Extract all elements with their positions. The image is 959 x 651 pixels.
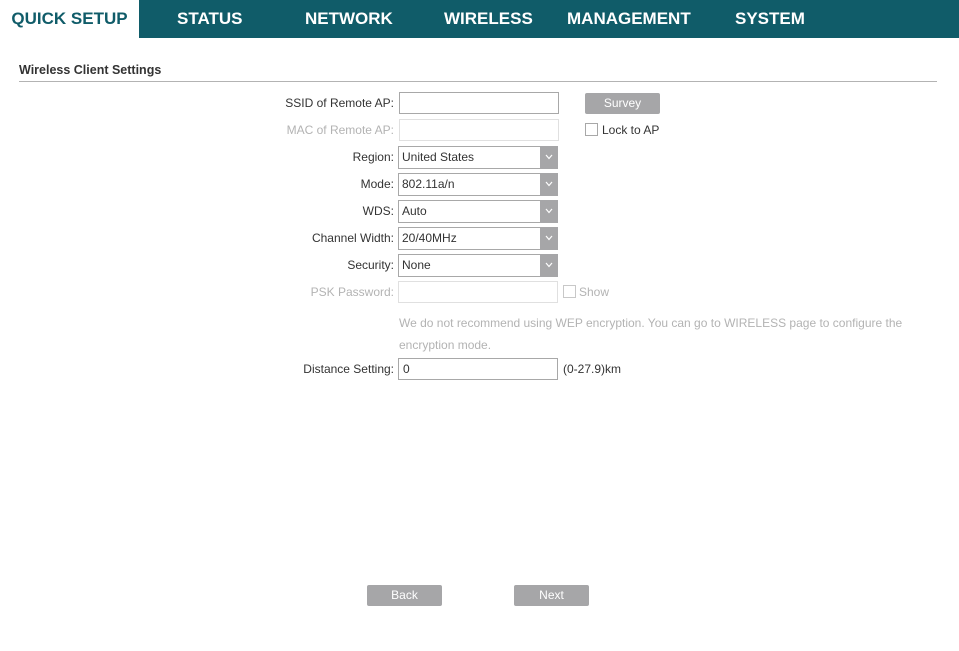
psk-password-input[interactable]: [398, 281, 558, 303]
psk-password-label: PSK Password:: [194, 285, 394, 299]
security-label: Security:: [194, 258, 394, 272]
mode-value: 802.11a/n: [402, 174, 455, 195]
wds-label: WDS:: [194, 204, 394, 218]
mac-label: MAC of Remote AP:: [194, 123, 394, 137]
distance-unit: (0-27.9)km: [563, 362, 621, 376]
channel-width-select[interactable]: 20/40MHz: [398, 227, 558, 250]
security-value: None: [402, 255, 431, 276]
tab-management[interactable]: MANAGEMENT: [567, 0, 691, 38]
show-password-checkbox[interactable]: [563, 285, 576, 298]
chevron-down-icon: [540, 254, 558, 277]
region-select[interactable]: United States: [398, 146, 558, 169]
mac-input[interactable]: [399, 119, 559, 141]
mode-select[interactable]: 802.11a/n: [398, 173, 558, 196]
tab-wireless[interactable]: WIRELESS: [444, 0, 533, 38]
show-password-label: Show: [579, 285, 609, 299]
top-navigation: QUICK SETUP STATUS NETWORK WIRELESS MANA…: [0, 0, 959, 38]
wds-select[interactable]: Auto: [398, 200, 558, 223]
chevron-down-icon: [540, 227, 558, 250]
region-label: Region:: [194, 150, 394, 164]
section-title: Wireless Client Settings: [19, 63, 161, 77]
tab-network[interactable]: NETWORK: [305, 0, 393, 38]
mode-label: Mode:: [194, 177, 394, 191]
channel-width-value: 20/40MHz: [402, 228, 457, 249]
channel-width-label: Channel Width:: [194, 231, 394, 245]
tab-status[interactable]: STATUS: [177, 0, 242, 38]
security-select[interactable]: None: [398, 254, 558, 277]
lock-to-ap-label: Lock to AP: [602, 123, 659, 137]
section-divider: [19, 81, 937, 82]
ssid-label: SSID of Remote AP:: [194, 96, 394, 110]
back-button[interactable]: Back: [367, 585, 442, 606]
wds-value: Auto: [402, 201, 427, 222]
distance-input[interactable]: [398, 358, 558, 380]
chevron-down-icon: [540, 200, 558, 223]
tab-quick-setup[interactable]: QUICK SETUP: [0, 0, 139, 38]
tab-system[interactable]: SYSTEM: [735, 0, 805, 38]
next-button[interactable]: Next: [514, 585, 589, 606]
wep-note: We do not recommend using WEP encryption…: [399, 312, 919, 356]
chevron-down-icon: [540, 173, 558, 196]
survey-button[interactable]: Survey: [585, 93, 660, 114]
distance-label: Distance Setting:: [194, 362, 394, 376]
chevron-down-icon: [540, 146, 558, 169]
region-value: United States: [402, 147, 474, 168]
ssid-input[interactable]: [399, 92, 559, 114]
lock-to-ap-checkbox[interactable]: [585, 123, 598, 136]
